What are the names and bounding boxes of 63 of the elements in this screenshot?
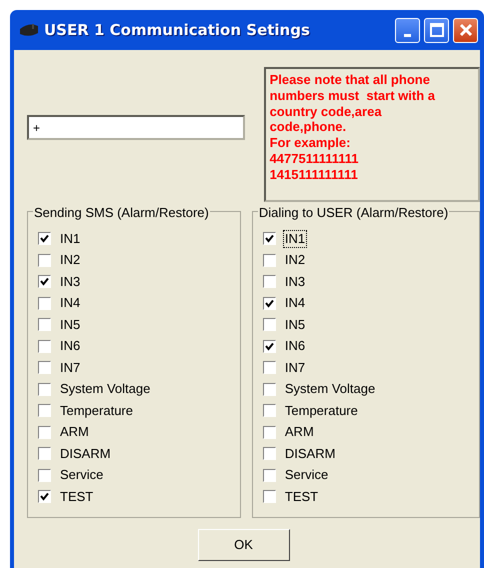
checkbox[interactable] xyxy=(262,296,276,310)
checkbox-label[interactable]: IN5 xyxy=(58,316,82,334)
checkbox[interactable] xyxy=(262,490,276,504)
note-text: Please note that all phone numbers must start with a country code,area code,phone. For example: 4477511111111 1415111111111 xyxy=(264,67,480,202)
checkbox[interactable] xyxy=(262,361,276,374)
checkbox[interactable] xyxy=(262,340,276,353)
checkbox-label[interactable]: TEST xyxy=(58,488,96,506)
close-button[interactable] xyxy=(453,18,478,42)
window-title: USER 1 Communication Setings xyxy=(44,20,310,41)
maximize-button[interactable] xyxy=(424,18,449,42)
checkbox-label[interactable]: Temperature xyxy=(58,402,135,420)
router-icon xyxy=(18,22,40,38)
checkbox[interactable] xyxy=(38,468,51,482)
checkbox-label[interactable]: IN6 xyxy=(58,337,82,356)
checkbox-label[interactable]: IN3 xyxy=(282,272,308,291)
checkbox[interactable] xyxy=(38,426,51,439)
checkbox-label[interactable]: IN2 xyxy=(58,251,82,270)
checkbox-label[interactable]: ARM xyxy=(282,423,316,442)
checkbox-label[interactable]: IN7 xyxy=(58,358,82,377)
checkbox-label[interactable]: IN4 xyxy=(58,294,82,312)
checkbox-label[interactable]: IN7 xyxy=(282,358,308,377)
checkbox[interactable] xyxy=(262,426,276,439)
checkbox-label[interactable]: DISARM xyxy=(282,444,338,463)
checkbox-label[interactable]: Temperature xyxy=(282,402,360,420)
checkbox-label[interactable]: IN6 xyxy=(282,337,308,356)
checkbox-label[interactable]: IN1 xyxy=(282,230,308,248)
checkbox[interactable] xyxy=(262,382,276,396)
phone-number-field[interactable]: + xyxy=(27,115,245,140)
minimize-icon xyxy=(404,34,411,36)
checkbox[interactable] xyxy=(38,254,51,267)
checkbox[interactable] xyxy=(38,275,51,288)
checkbox-label[interactable]: IN2 xyxy=(282,251,308,270)
maximize-icon xyxy=(430,23,444,37)
checkbox[interactable] xyxy=(38,404,51,418)
checkbox[interactable] xyxy=(38,232,51,246)
checkbox[interactable] xyxy=(38,361,51,374)
checkbox[interactable] xyxy=(38,318,51,332)
checkbox-label[interactable]: IN1 xyxy=(58,230,82,248)
checkbox[interactable] xyxy=(262,318,276,332)
checkbox-label[interactable]: IN4 xyxy=(282,294,308,312)
close-icon xyxy=(458,23,472,37)
checkbox-label[interactable]: IN5 xyxy=(282,316,308,334)
checkbox[interactable] xyxy=(262,468,276,482)
checkbox-label[interactable]: TEST xyxy=(282,488,320,506)
ok-button[interactable]: OK xyxy=(198,529,290,561)
checkbox[interactable] xyxy=(262,404,276,418)
checkbox[interactable] xyxy=(38,296,51,310)
checkbox[interactable] xyxy=(38,340,51,353)
checkbox[interactable] xyxy=(38,447,51,460)
minimize-button[interactable] xyxy=(395,18,420,42)
checkbox[interactable] xyxy=(38,490,51,504)
checkbox[interactable] xyxy=(38,382,51,396)
checkbox[interactable] xyxy=(262,254,276,267)
checkbox-label[interactable]: IN3 xyxy=(58,272,82,291)
checkbox-label[interactable]: Service xyxy=(58,466,106,484)
checkbox-label[interactable]: System Voltage xyxy=(58,380,152,398)
checkbox[interactable] xyxy=(262,275,276,288)
checkbox[interactable] xyxy=(262,232,276,246)
checkbox-label[interactable]: ARM xyxy=(58,423,91,442)
checkbox-label[interactable]: System Voltage xyxy=(282,380,378,398)
checkbox-label[interactable]: DISARM xyxy=(58,444,113,463)
checkbox[interactable] xyxy=(262,447,276,460)
checkbox-label[interactable]: Service xyxy=(282,466,330,484)
